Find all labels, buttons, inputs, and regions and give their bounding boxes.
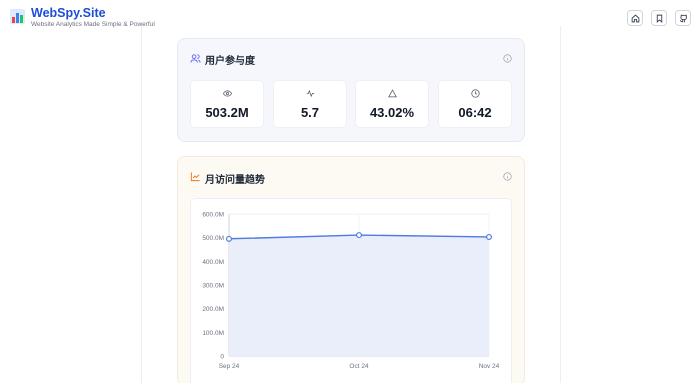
y-tick-label: 300.0M	[202, 283, 224, 290]
site-tagline: Website Analytics Made Simple & Powerful	[31, 21, 155, 28]
data-point	[486, 233, 493, 240]
metric-value: 06:42	[458, 105, 492, 120]
clock-icon	[471, 89, 480, 98]
site-logo-icon[interactable]	[10, 9, 25, 24]
metric-card-duration: 06:42	[438, 80, 512, 128]
bookmark-icon	[656, 14, 662, 23]
activity-icon	[306, 89, 315, 98]
eye-icon	[223, 90, 232, 97]
x-tick-label: Sep 24	[219, 363, 240, 370]
home-icon	[631, 14, 639, 22]
info-icon[interactable]	[503, 172, 512, 181]
y-tick-label: 200.0M	[202, 306, 224, 313]
trend-title: 月访问量趋势	[205, 175, 265, 186]
info-icon[interactable]	[503, 54, 512, 63]
metric-value: 503.2M	[205, 105, 249, 120]
site-name[interactable]: WebSpy.Site	[31, 6, 106, 20]
trend-chart-container: 0 100.0M 200.0M 300.0M 400.0M 500.0M 600.0M Sep…	[190, 198, 512, 383]
y-tick-label: 0	[220, 354, 224, 361]
metric-card-bounce: 43.02%	[355, 80, 429, 128]
line-chart-icon	[190, 172, 200, 182]
series-area	[229, 235, 489, 356]
engagement-card: 用户参与度 503.2M 5.7 43.02% 06:42	[177, 38, 525, 142]
github-button[interactable]	[675, 10, 691, 26]
engagement-title: 用户参与度	[205, 56, 255, 67]
trend-chart: 0 100.0M 200.0M 300.0M 400.0M 500.0M 600.0M Sep…	[202, 212, 500, 371]
y-tick-label: 500.0M	[202, 235, 224, 242]
github-icon	[679, 14, 687, 22]
y-tick-label: 400.0M	[202, 259, 224, 266]
data-point	[225, 235, 232, 242]
metric-value: 43.02%	[369, 105, 415, 120]
data-point	[356, 232, 363, 239]
y-tick-label: 600.0M	[202, 212, 224, 219]
metric-card-visits: 503.2M	[190, 80, 264, 128]
x-tick-label: Nov 24	[479, 363, 500, 370]
bookmark-button[interactable]	[651, 10, 667, 26]
monthly-trend-card: 月访问量趋势 0 100.0M 200.0M 300.0M 400.0M 500.0M 60…	[177, 156, 525, 383]
home-button[interactable]	[627, 10, 643, 26]
y-tick-label: 100.0M	[202, 330, 224, 337]
metric-card-pages: 5.7	[273, 80, 347, 128]
users-icon	[190, 54, 201, 63]
metric-value: 5.7	[300, 105, 320, 120]
x-tick-label: Oct 24	[349, 363, 369, 370]
triangle-icon	[388, 89, 397, 98]
